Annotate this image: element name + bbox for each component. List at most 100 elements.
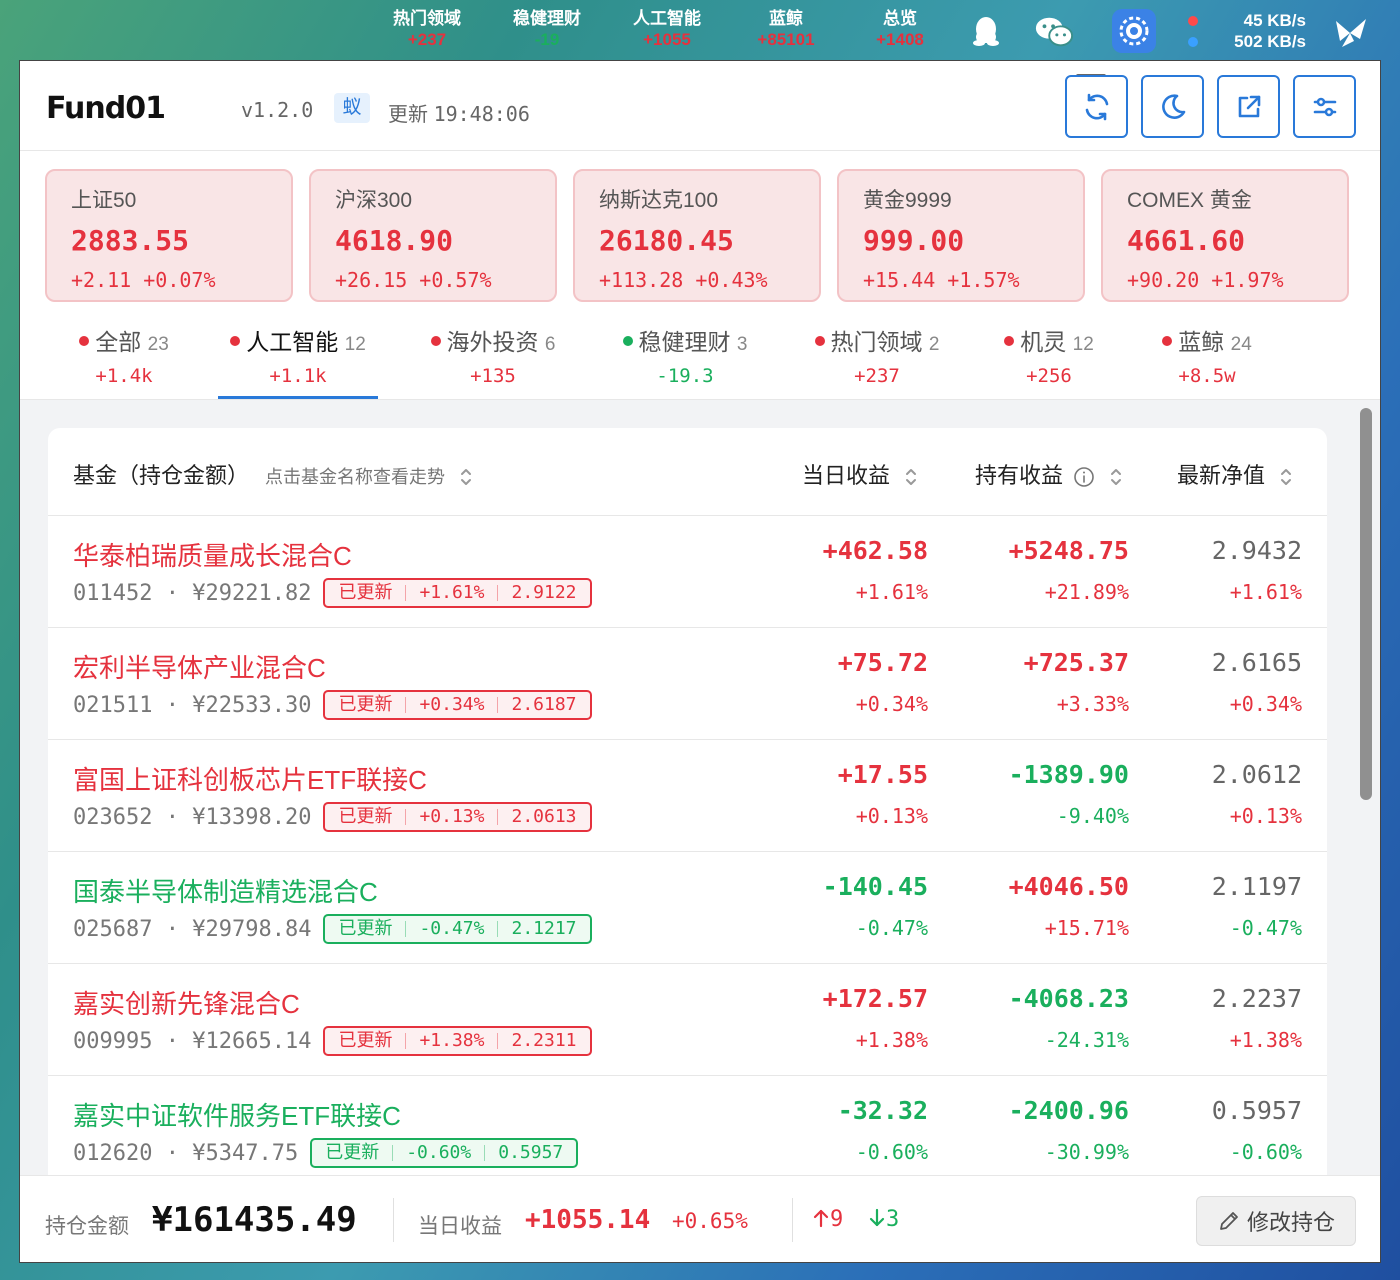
fund-name[interactable]: 嘉实中证软件服务ETF联接C [73,1096,401,1133]
index-name: COMEX 黄金 [1127,189,1252,212]
theme-button[interactable] [1141,75,1204,138]
tab-jiling[interactable]: 机灵 12 +256 [994,326,1104,400]
index-price: 4618.90 [335,224,454,257]
fund-name[interactable]: 华泰柏瑞质量成长混合C [73,536,352,573]
menubar-item-steady[interactable]: 稳健理财 -19 [492,8,602,50]
update-time-value: 19:48:06 [433,102,530,126]
index-card[interactable]: COMEX 黄金 4661.60 +90.20 +1.97% [1101,169,1349,302]
nav-value: 2.6165 [1211,648,1302,677]
tab-whale[interactable]: 蓝鲸 24 +8.5w [1146,326,1268,400]
pencil-icon [1220,1212,1238,1230]
menubar-value: -19 [534,30,560,49]
settings-app-icon[interactable] [1112,9,1156,53]
summary-footer: 持仓金额 ¥161435.49 当日收益 +1055.14 +0.65% 9 3… [20,1175,1380,1262]
fund-name[interactable]: 富国上证科创板芯片ETF联接C [73,760,427,797]
refresh-button[interactable] [1065,75,1128,138]
day-gain: -140.45 [822,872,928,901]
status-badge: 已更新 +1.61% 2.9122 [323,578,592,608]
fund-code: 021511 [73,692,153,718]
col-day-header[interactable]: 当日收益 [802,458,918,490]
open-external-button[interactable] [1217,75,1280,138]
table-row[interactable]: 宏利半导体产业混合C 021511 · ¥22533.30 已更新 +0.34% 2… [48,628,1327,740]
menubar-item-hot[interactable]: 热门领域 +237 [372,8,482,50]
index-card[interactable]: 沪深300 4618.90 +26.15 +0.57% [309,169,557,302]
tab-count: 3 [736,334,748,355]
table-row[interactable]: 嘉实创新先锋混合C 009995 · ¥12665.14 已更新 +1.38% 2.… [48,964,1327,1076]
hold-gain-pct: +15.71% [1044,916,1129,940]
index-name: 沪深300 [335,189,413,212]
arrow-up-icon [813,1209,829,1228]
tab-steady[interactable]: 稳健理财 3 -19.3 [610,326,760,400]
fund-name[interactable]: 嘉实创新先锋混合C [73,984,300,1021]
table-row[interactable]: 国泰半导体制造精选混合C 025687 · ¥29798.84 已更新 -0.47… [48,852,1327,964]
qq-icon[interactable] [966,12,1006,52]
index-card[interactable]: 黄金9999 999.00 +15.44 +1.57% [837,169,1085,302]
index-change: +2.11 +0.07% [71,268,216,292]
day-gain-total: +1055.14 [525,1205,651,1235]
menubar-item-whale[interactable]: 蓝鲸 +85101 [731,8,841,50]
up-count-value: 9 [830,1207,844,1232]
col-fund-hint: 点击基金名称查看走势 [265,467,446,487]
tab-ai[interactable]: 人工智能 12 +1.1k [218,326,378,400]
col-hold-label: 持有收益 [975,463,1064,488]
upload-dot-icon [1188,15,1198,26]
update-time: 更新 19:48:06 [388,98,530,127]
index-card[interactable]: 纳斯达克100 26180.45 +113.28 +0.43% [573,169,821,302]
table-row[interactable]: 嘉实中证软件服务ETF联接C 012620 · ¥5347.75 已更新 -0.6… [48,1076,1327,1175]
index-price: 2883.55 [71,224,190,257]
nav-pct: +0.13% [1229,804,1302,828]
tab-hot[interactable]: 热门领域 2 +237 [802,326,952,400]
day-gain: +75.72 [837,648,928,677]
tab-count: 2 [928,334,940,355]
edit-holdings-button[interactable]: 修改持仓 [1196,1196,1356,1246]
day-gain: +462.58 [822,536,928,565]
menubar-label: 稳健理财 [513,9,581,28]
col-nav-header[interactable]: 最新净值 [1177,458,1293,490]
tab-count: 12 [344,334,366,355]
fund-name[interactable]: 国泰半导体制造精选混合C [73,872,378,909]
tab-all[interactable]: 全部 23 +1.4k [64,326,184,400]
tab-overseas[interactable]: 海外投资 6 +135 [418,326,568,400]
col-fund-header[interactable]: 基金（持仓金额） 点击基金名称查看走势 [73,458,473,490]
index-name: 纳斯达克100 [599,189,719,212]
badge-status: 已更新 [338,918,393,939]
day-gain-label: 当日收益 [418,1215,502,1238]
menubar-value: +237 [407,30,447,49]
badge-nav: 2.1217 [511,918,577,939]
menubar-item-ai[interactable]: 人工智能 +1055 [612,8,722,50]
tab-value: +256 [1026,365,1072,387]
table-row[interactable]: 富国上证科创板芯片ETF联接C 023652 · ¥13398.20 已更新 +0… [48,740,1327,852]
settings-button[interactable] [1293,75,1356,138]
status-badge: 已更新 -0.47% 2.1217 [323,914,592,944]
scrollbar[interactable] [1360,408,1372,800]
fund-meta: 023652 · ¥13398.20 已更新 +0.13% 2.0613 [73,802,592,832]
day-gain-pct: +1.38% [855,1028,928,1052]
badge-status: 已更新 [338,1030,393,1051]
app-version: v1.2.0 [241,98,314,122]
table-row[interactable]: 华泰柏瑞质量成长混合C 011452 · ¥29221.82 已更新 +1.61%… [48,516,1327,628]
index-card[interactable]: 上证50 2883.55 +2.11 +0.07% [45,169,293,302]
tab-name: 稳健理财 [638,329,731,355]
upload-speed: 45 KB/s [1243,10,1306,30]
nav-value: 0.5957 [1211,1096,1302,1125]
update-label: 更新 [388,104,428,126]
col-hold-header[interactable]: 持有收益 [975,458,1123,490]
menubar-label: 蓝鲸 [769,9,803,28]
status-dot-icon [430,335,441,346]
fund-table: 基金（持仓金额） 点击基金名称查看走势 当日收益 持有收益 最新净值 华泰柏瑞质… [48,428,1327,1175]
day-gain-pct: +1.61% [855,580,928,604]
fund-meta: 025687 · ¥29798.84 已更新 -0.47% 2.1217 [73,914,592,944]
fund-name[interactable]: 宏利半导体产业混合C [73,648,326,685]
badge-status: 已更新 [338,582,393,603]
hold-gain-pct: -9.40% [1056,804,1129,828]
menubar-item-overview[interactable]: 总览 +1408 [845,8,955,50]
butterfly-icon[interactable] [1330,12,1370,52]
tab-name: 机灵 [1020,329,1067,355]
wechat-icon[interactable] [1034,12,1074,52]
hold-gain-pct: +21.89% [1044,580,1129,604]
nav-pct: +0.34% [1229,692,1302,716]
info-icon[interactable] [1073,466,1095,488]
status-badge: 已更新 +1.38% 2.2311 [323,1026,592,1056]
status-dot-icon [814,335,825,346]
sort-icon [1281,469,1292,486]
